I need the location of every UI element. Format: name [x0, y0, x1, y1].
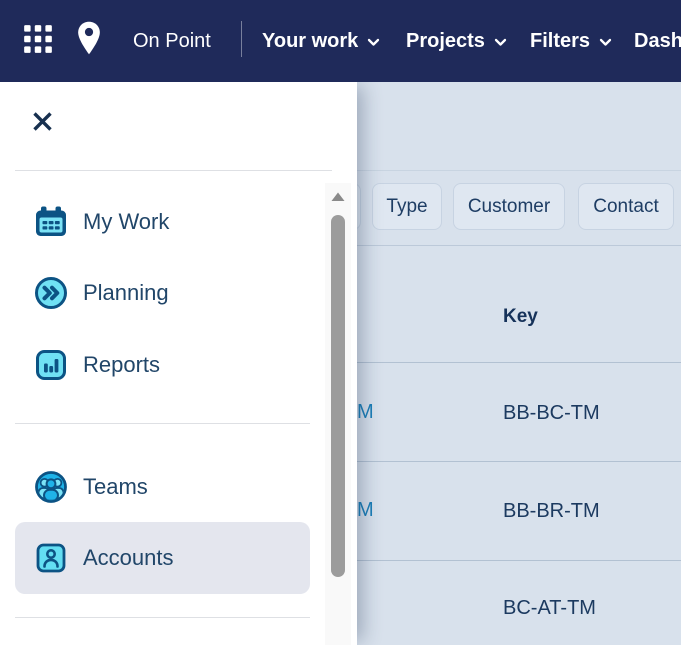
- chevron-down-icon: [494, 38, 507, 47]
- key-column-header: Key: [503, 306, 538, 328]
- nav-label: Projects: [406, 30, 485, 53]
- sidebar-item-label: Reports: [83, 352, 160, 378]
- type-filter-button[interactable]: Type: [372, 183, 442, 230]
- top-navigation-bar: On Point Your work Projects Filters Dash: [0, 0, 681, 82]
- calendar-icon: [33, 204, 69, 240]
- row-1-link-fragment[interactable]: M: [357, 401, 374, 424]
- nav-label: Filters: [530, 30, 590, 53]
- app-switcher-grid-icon[interactable]: [23, 24, 53, 54]
- drawer-divider: [15, 170, 332, 171]
- sidebar-item-label: Planning: [83, 280, 169, 306]
- navigation-drawer: My Work Planning Reports: [0, 82, 357, 645]
- sidebar-item-planning[interactable]: Planning: [15, 257, 310, 329]
- row-2-link-fragment[interactable]: M: [357, 499, 374, 522]
- scroll-up-arrow-icon[interactable]: [331, 192, 345, 202]
- customer-filter-button[interactable]: Customer: [453, 183, 565, 230]
- row-1-key: BB-BC-TM: [503, 402, 600, 425]
- customer-filter-label: Customer: [468, 196, 550, 218]
- type-filter-label: Type: [386, 196, 427, 218]
- nav-item-your-work[interactable]: Your work: [262, 0, 380, 82]
- sidebar-item-label: Teams: [83, 474, 148, 500]
- nav-item-projects[interactable]: Projects: [406, 0, 507, 82]
- row-2-key: BB-BR-TM: [503, 500, 600, 523]
- app-title-text: On Point: [133, 30, 211, 53]
- sidebar-item-accounts[interactable]: Accounts: [15, 522, 310, 594]
- topbar-divider: [241, 21, 242, 57]
- close-icon: [29, 108, 56, 135]
- row-3-key: BC-AT-TM: [503, 597, 596, 620]
- nav-label: Your work: [262, 30, 358, 53]
- contact-filter-button[interactable]: Contact: [578, 183, 674, 230]
- nav-item-dashboards[interactable]: Dash: [634, 0, 681, 82]
- app-window: Type Customer Contact Key M BB-BC-TM M B…: [0, 0, 681, 645]
- drawer-scrollbar-thumb[interactable]: [331, 215, 345, 577]
- sidebar-item-reports[interactable]: Reports: [15, 329, 310, 401]
- close-drawer-button[interactable]: [26, 105, 58, 137]
- people-circle-icon: [33, 469, 69, 505]
- sidebar-item-my-work[interactable]: My Work: [15, 186, 310, 258]
- drawer-divider: [15, 617, 310, 618]
- app-title[interactable]: On Point: [133, 0, 211, 82]
- nav-label: Dash: [634, 30, 681, 53]
- double-chevron-circle-icon: [33, 275, 69, 311]
- chevron-down-icon: [599, 38, 612, 47]
- nav-item-filters[interactable]: Filters: [530, 0, 612, 82]
- drawer-divider: [15, 423, 310, 424]
- bar-chart-icon: [33, 347, 69, 383]
- chevron-down-icon: [367, 38, 380, 47]
- sidebar-item-label: My Work: [83, 209, 169, 235]
- location-pin-logo-icon[interactable]: [76, 20, 102, 56]
- sidebar-item-teams[interactable]: Teams: [15, 451, 310, 523]
- person-square-icon: [33, 540, 69, 576]
- sidebar-item-label: Accounts: [83, 545, 174, 571]
- contact-filter-label: Contact: [593, 196, 658, 218]
